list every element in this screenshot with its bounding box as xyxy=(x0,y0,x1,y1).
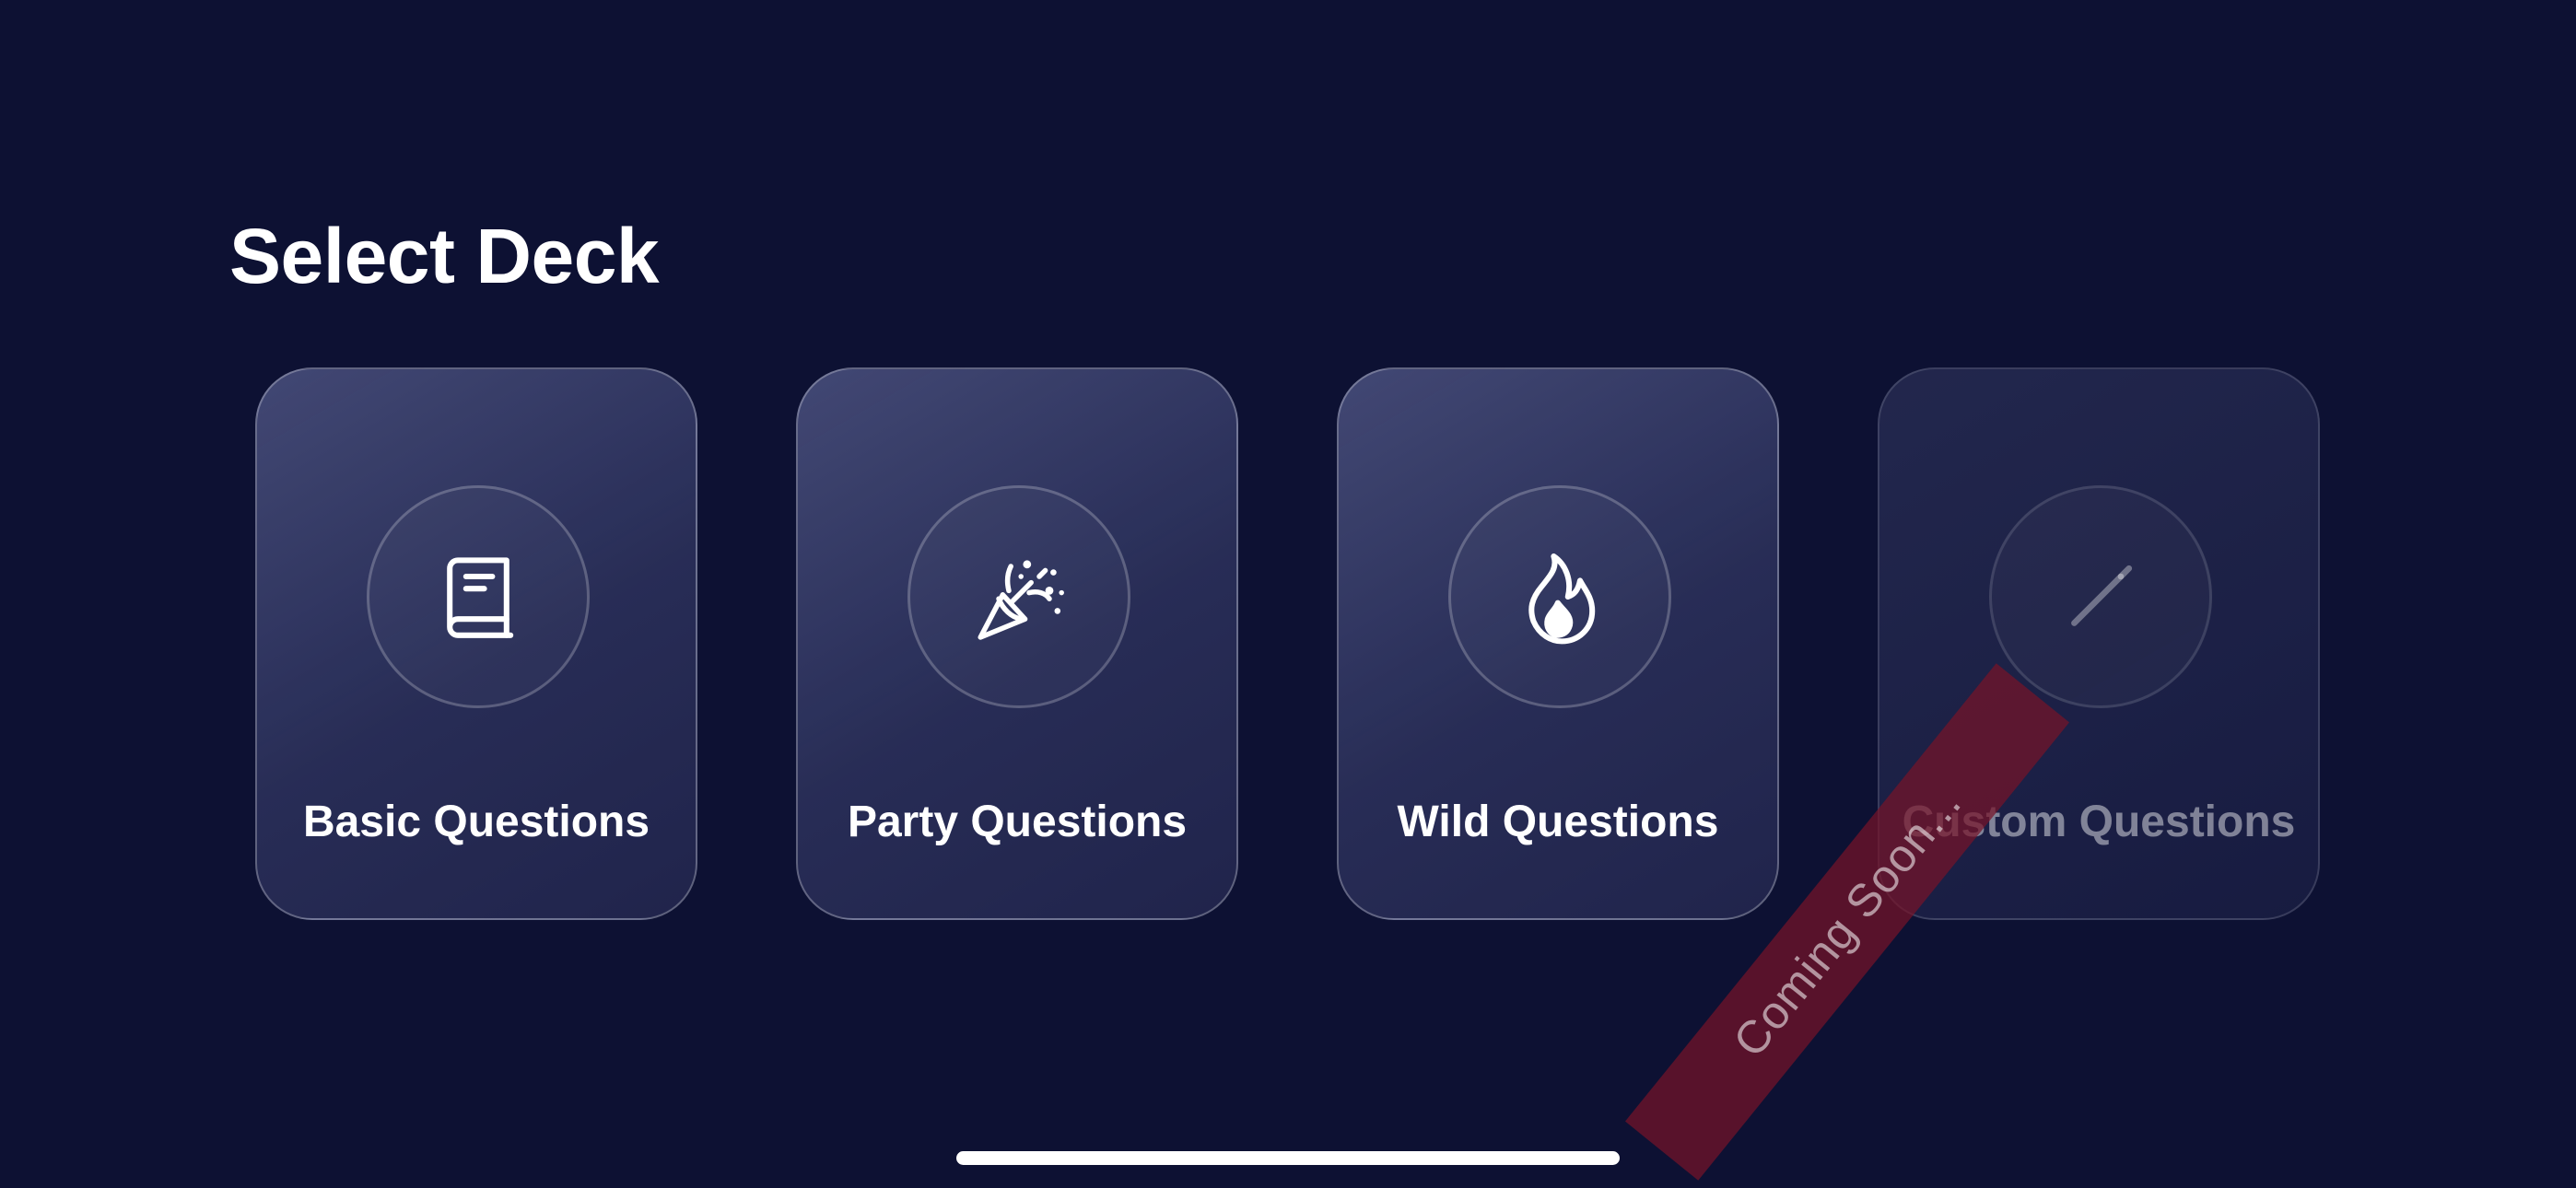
deck-icon-circle xyxy=(367,485,590,708)
deck-select-screen: Select Deck Basic Questions Party Questi… xyxy=(0,0,2576,1188)
deck-card-basic[interactable]: Basic Questions xyxy=(255,367,697,920)
deck-icon-circle xyxy=(1448,485,1671,708)
deck-card-wild[interactable]: Wild Questions xyxy=(1337,367,1779,920)
deck-label: Basic Questions xyxy=(302,798,650,846)
deck-card-party[interactable]: Party Questions xyxy=(796,367,1238,920)
flame-icon xyxy=(1528,553,1596,645)
deck-icon-circle xyxy=(907,485,1130,708)
deck-list: Basic Questions Party Questions Wild Que… xyxy=(255,367,2321,1181)
home-indicator[interactable] xyxy=(956,1151,1620,1165)
book-icon xyxy=(447,557,514,638)
party-popper-icon xyxy=(978,560,1064,640)
deck-label: Wild Questions xyxy=(1397,798,1719,846)
deck-label: Party Questions xyxy=(847,798,1188,846)
pencil-icon xyxy=(2071,565,2133,626)
page-title: Select Deck xyxy=(229,213,660,299)
deck-icon-circle xyxy=(1989,485,2212,708)
